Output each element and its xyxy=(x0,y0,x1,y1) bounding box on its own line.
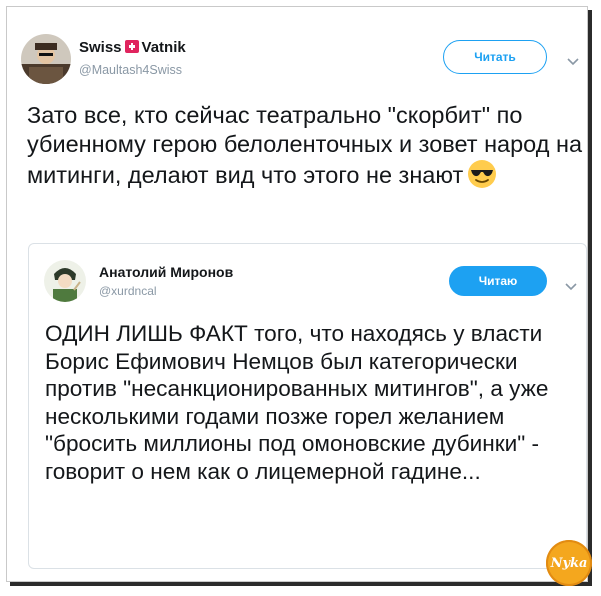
following-button[interactable]: Читаю xyxy=(449,266,547,296)
watermark-text: Nyka xyxy=(550,555,588,571)
tweet-card: Swiss Vatnik @Maultash4Swiss Читать Зато … xyxy=(6,6,592,586)
quoted-author-name[interactable]: Анатолий Миронов xyxy=(99,264,233,280)
quoted-tweet-text: ОДИН ЛИШЬ ФАКТ того, что находясь у влас… xyxy=(45,321,549,484)
tweet-body: Зато все, кто сейчас театрально "скорбит… xyxy=(27,102,583,188)
author-name-part2: Vatnik xyxy=(141,39,186,56)
quoted-chevron-down-icon[interactable] xyxy=(565,278,577,296)
chevron-down-icon[interactable] xyxy=(567,53,579,71)
quoted-tweet[interactable]: Анатолий Миронов @xurdncal Читаю ОДИН ЛИ… xyxy=(28,243,587,569)
quoted-author-avatar[interactable] xyxy=(44,260,86,302)
author-handle[interactable]: @Maultash4Swiss xyxy=(79,63,182,77)
swiss-flag-icon xyxy=(124,40,139,53)
quoted-author-handle[interactable]: @xurdncal xyxy=(99,284,157,298)
author-name-part1: Swiss xyxy=(79,39,122,56)
sunglasses-face-icon xyxy=(467,159,497,196)
author-name[interactable]: Swiss Vatnik xyxy=(79,39,186,56)
follow-button[interactable]: Читать xyxy=(443,40,547,74)
watermark-logo: Nyka xyxy=(546,540,592,586)
author-avatar[interactable] xyxy=(21,34,71,84)
tweet-text: Зато все, кто сейчас театрально "скорбит… xyxy=(27,101,587,196)
